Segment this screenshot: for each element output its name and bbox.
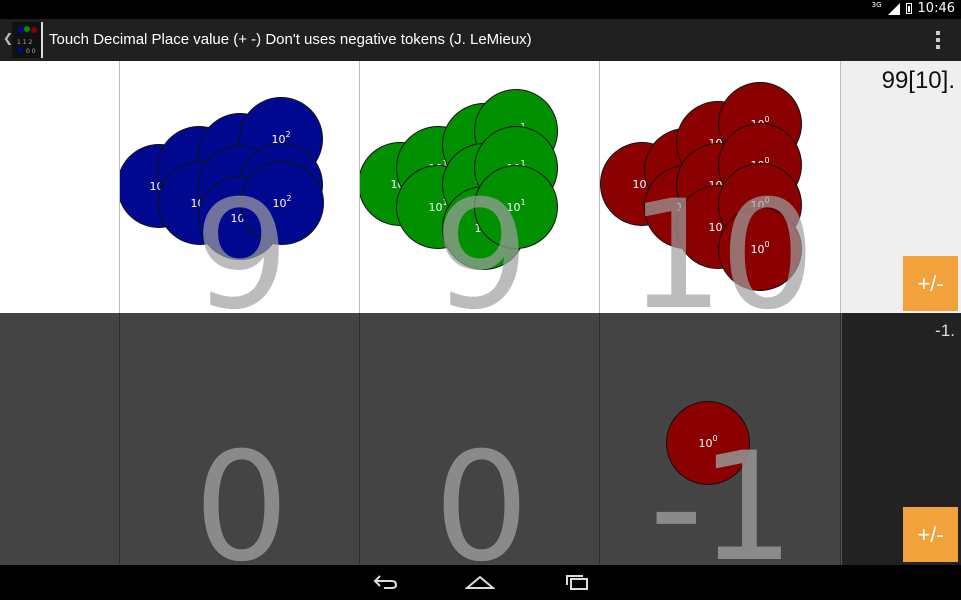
signal-icon — [887, 2, 900, 15]
positive-value-panel: 99[10]. +/- — [841, 61, 961, 313]
top-cell-ones[interactable]: 10010010010010010010010010010010 — [600, 61, 841, 313]
top-cell-thousands[interactable] — [0, 61, 120, 313]
token-exponent: 2 — [285, 129, 291, 139]
positive-sign-toggle-button[interactable]: +/- — [903, 256, 958, 311]
negative-value-panel: -1. +/- — [841, 313, 961, 565]
bottom-digit-hundreds: 0 — [193, 421, 289, 565]
bottom-cell-ones[interactable]: 10 0 -1 — [600, 313, 841, 565]
recent-apps-icon[interactable] — [557, 570, 597, 594]
token-base: 10 — [506, 200, 521, 214]
overflow-menu-icon[interactable] — [935, 31, 941, 49]
token-base: 10 — [750, 242, 765, 256]
app-title: Touch Decimal Place value (+ -) Don't us… — [49, 31, 532, 48]
status-bar: 3G 10:46 — [0, 0, 961, 19]
clock: 10:46 — [917, 1, 955, 16]
logo-divider — [41, 22, 43, 58]
token-base: 10 — [708, 220, 723, 234]
token-exponent: 2 — [286, 193, 292, 203]
place-value-token[interactable]: 100 — [718, 207, 802, 291]
back-icon[interactable] — [365, 570, 405, 594]
top-cell-tens[interactable]: 1011011011011011011011011019 — [360, 61, 600, 313]
token-exponent: 0 — [764, 195, 770, 205]
place-value-token[interactable]: 101 — [474, 165, 558, 249]
bottom-digit-tens: 0 — [433, 421, 529, 565]
token-exponent: 0 — [764, 114, 770, 124]
negative-value: -1. — [935, 321, 955, 340]
svg-text:0 0: 0 0 — [26, 48, 36, 55]
place-value-logo-icon[interactable]: 1 1 2 0 0 — [12, 22, 42, 58]
top-cell-hundreds[interactable]: 1021021021021021021021021029 — [120, 61, 360, 313]
action-bar: ❮ 1 1 2 0 0 Touch Decimal Place value (+… — [0, 19, 961, 61]
negative-sign-toggle-button[interactable]: +/- — [903, 507, 958, 562]
navigation-bar — [0, 565, 961, 600]
token-exponent: 0 — [712, 433, 718, 443]
token-exponent: 0 — [764, 239, 770, 249]
network-type: 3G — [871, 0, 882, 9]
positive-value: 99[10]. — [881, 67, 955, 94]
home-icon[interactable] — [460, 570, 500, 594]
bottom-cell-tens[interactable]: 0 — [360, 313, 600, 565]
token-exponent: 1 — [520, 197, 526, 207]
positive-row: 1021021021021021021021021029 10110110110… — [0, 61, 961, 313]
negative-row: 0 0 10 0 -1 — [0, 313, 961, 565]
token-base: 10 — [428, 200, 443, 214]
battery-icon — [905, 3, 912, 14]
svg-text:1 1 2: 1 1 2 — [17, 39, 32, 46]
bottom-cell-thousands[interactable] — [0, 313, 120, 565]
place-value-token[interactable]: 100 — [666, 401, 750, 485]
token-base: 10 — [272, 196, 287, 210]
bottom-cell-hundreds[interactable]: 0 — [120, 313, 360, 565]
token-base: 10 — [698, 436, 713, 450]
place-value-token[interactable]: 102 — [240, 161, 324, 245]
